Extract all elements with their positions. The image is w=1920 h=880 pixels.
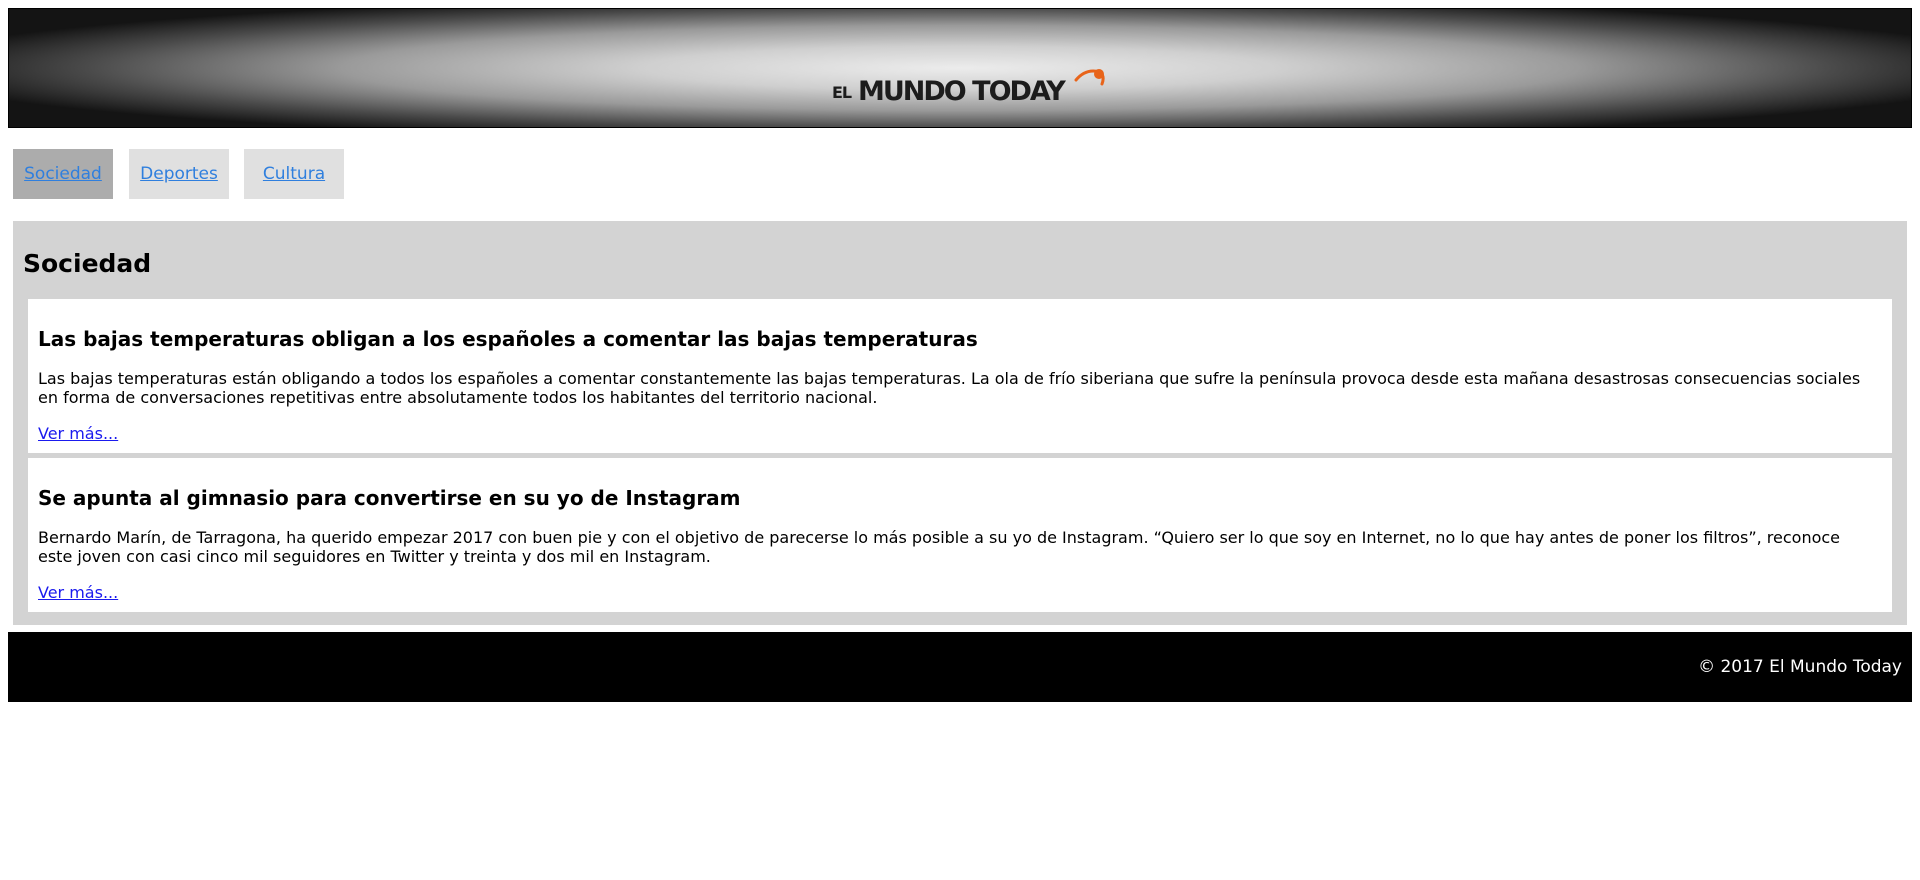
section-panel: Sociedad Las bajas temperaturas obligan …	[13, 221, 1907, 625]
logo-prefix: EL	[832, 83, 852, 102]
tab-cultura-link[interactable]: Cultura	[263, 164, 325, 184]
copyright-text: © 2017 El Mundo Today	[1698, 657, 1902, 677]
tab-deportes-link[interactable]: Deportes	[140, 164, 218, 184]
article-card: Las bajas temperaturas obligan a los esp…	[28, 299, 1892, 453]
tab-cultura[interactable]: Cultura	[244, 149, 344, 199]
tab-sociedad-link[interactable]: Sociedad	[24, 164, 102, 184]
read-more-link[interactable]: Ver más...	[38, 424, 118, 443]
article-card: Se apunta al gimnasio para convertirse e…	[28, 458, 1892, 612]
logo-orange-swoosh-icon	[1074, 69, 1105, 86]
article-title: Las bajas temperaturas obligan a los esp…	[38, 327, 978, 351]
site-header: EL MUNDO TODAY	[8, 8, 1912, 128]
section-title: Sociedad	[23, 249, 152, 278]
site-footer: © 2017 El Mundo Today	[8, 632, 1912, 702]
article-title: Se apunta al gimnasio para convertirse e…	[38, 486, 741, 510]
logo-wordmark: MUNDO TODAY	[858, 76, 1066, 107]
tab-sociedad[interactable]: Sociedad	[13, 149, 113, 199]
article-body: Las bajas temperaturas están obligando a…	[38, 369, 1861, 407]
tab-deportes[interactable]: Deportes	[129, 149, 229, 199]
article-body: Bernardo Marín, de Tarragona, ha querido…	[38, 528, 1841, 566]
site-logo[interactable]: EL MUNDO TODAY	[832, 63, 1122, 113]
read-more-link[interactable]: Ver más...	[38, 583, 118, 602]
